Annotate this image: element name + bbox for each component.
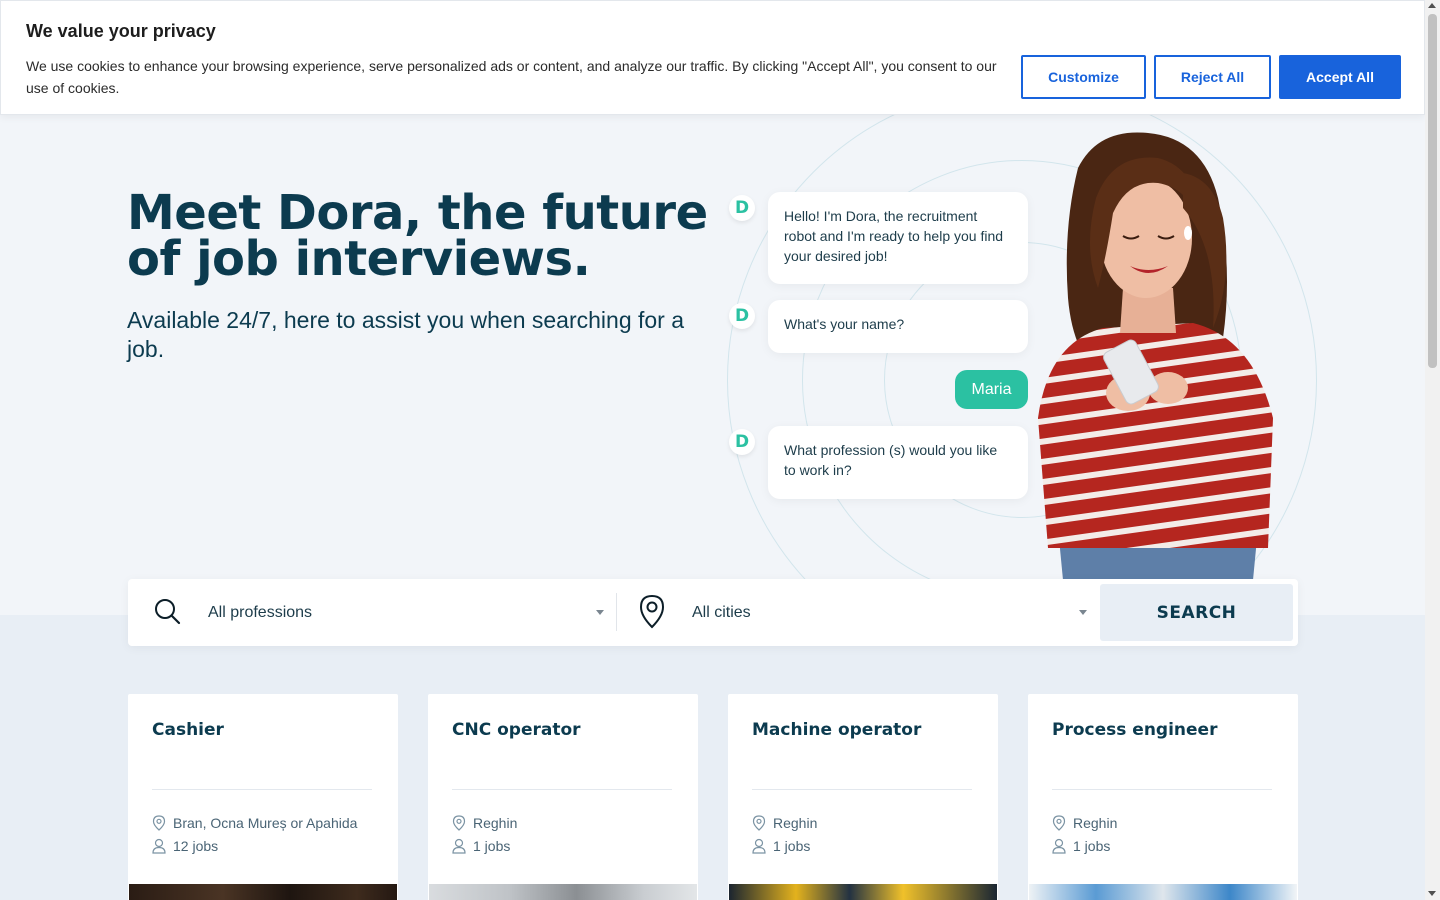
user-icon xyxy=(752,838,766,854)
job-card-count-text: 1 jobs xyxy=(473,838,511,854)
job-card[interactable]: CNC operator Reghin 1 jobs xyxy=(428,694,698,900)
user-icon xyxy=(152,838,166,854)
job-card-count: 12 jobs xyxy=(152,838,218,854)
card-divider xyxy=(1052,789,1272,790)
job-card-image xyxy=(729,884,997,900)
job-card-location-text: Reghin xyxy=(473,815,518,831)
job-card-title: Machine operator xyxy=(752,720,922,740)
job-card-count-text: 1 jobs xyxy=(1073,838,1111,854)
chevron-down-icon xyxy=(1079,610,1087,615)
job-card-count-text: 12 jobs xyxy=(173,838,219,854)
chat-bubble-profession-question: What profession (s) would you like to wo… xyxy=(768,426,1028,499)
job-card-location-text: Reghin xyxy=(1073,815,1118,831)
cookie-banner-text: We use cookies to enhance your browsing … xyxy=(26,58,997,96)
job-card[interactable]: Cashier Bran, Ocna Mureș or Apahida 12 j… xyxy=(128,694,398,900)
job-card-count: 1 jobs xyxy=(1052,838,1110,854)
job-card-count: 1 jobs xyxy=(452,838,510,854)
location-pin-icon xyxy=(1052,815,1066,831)
accept-all-button[interactable]: Accept All xyxy=(1279,55,1401,99)
job-card-location-text: Bran, Ocna Mureș or Apahida xyxy=(173,815,358,831)
cookie-banner-title: We value your privacy xyxy=(26,21,216,41)
job-card-location: Reghin xyxy=(1052,815,1117,831)
job-card-location: Reghin xyxy=(452,815,517,831)
card-divider xyxy=(152,789,372,790)
dora-avatar-icon: D xyxy=(729,195,755,221)
scroll-up-arrow-icon[interactable] xyxy=(1428,3,1436,8)
chevron-down-icon xyxy=(596,610,604,615)
profession-select[interactable]: All professions xyxy=(128,579,616,646)
page-scrollbar[interactable] xyxy=(1425,0,1440,900)
scroll-down-arrow-icon[interactable] xyxy=(1428,891,1436,896)
job-card-title: CNC operator xyxy=(452,720,581,740)
job-card-location: Bran, Ocna Mureș or Apahida xyxy=(152,815,357,831)
location-pin-icon xyxy=(639,594,665,629)
chat-bubble-name-question: What's your name? xyxy=(768,300,1028,353)
woman-with-phone-image xyxy=(1038,132,1273,580)
job-card-location-text: Reghin xyxy=(773,815,818,831)
job-search-bar: All professions All cities SEARCH xyxy=(128,579,1298,646)
reject-all-button[interactable]: Reject All xyxy=(1154,55,1271,99)
hero-title: Meet Dora, the future of job interviews. xyxy=(127,185,708,287)
job-card-image xyxy=(1029,884,1297,900)
cookie-consent-banner: We value your privacy We use cookies to … xyxy=(0,0,1425,115)
search-icon xyxy=(155,599,181,625)
city-select[interactable]: All cities xyxy=(617,579,1100,646)
job-card-image xyxy=(129,884,397,900)
job-card-image xyxy=(429,884,697,900)
job-card[interactable]: Process engineer Reghin 1 jobs xyxy=(1028,694,1298,900)
scrollbar-thumb[interactable] xyxy=(1428,14,1437,368)
user-icon xyxy=(452,838,466,854)
job-card-title: Cashier xyxy=(152,720,224,740)
job-card-title: Process engineer xyxy=(1052,720,1218,740)
card-divider xyxy=(752,789,972,790)
dora-avatar-icon: D xyxy=(729,303,755,329)
chat-bubble-greeting: Hello! I'm Dora, the recruitment robot a… xyxy=(768,192,1028,284)
location-pin-icon xyxy=(152,815,166,831)
city-select-value: All cities xyxy=(692,603,751,621)
location-pin-icon xyxy=(752,815,766,831)
customize-button[interactable]: Customize xyxy=(1021,55,1146,99)
location-pin-icon xyxy=(452,815,466,831)
profession-select-value: All professions xyxy=(208,603,313,621)
dora-avatar-icon: D xyxy=(729,429,755,455)
user-icon xyxy=(1052,838,1066,854)
job-card[interactable]: Machine operator Reghin 1 jobs xyxy=(728,694,998,900)
job-card-location: Reghin xyxy=(752,815,817,831)
search-button[interactable]: SEARCH xyxy=(1100,584,1293,641)
card-divider xyxy=(452,789,672,790)
job-card-count: 1 jobs xyxy=(752,838,810,854)
job-card-count-text: 1 jobs xyxy=(773,838,811,854)
hero-subtitle: Available 24/7, here to assist you when … xyxy=(127,307,685,362)
